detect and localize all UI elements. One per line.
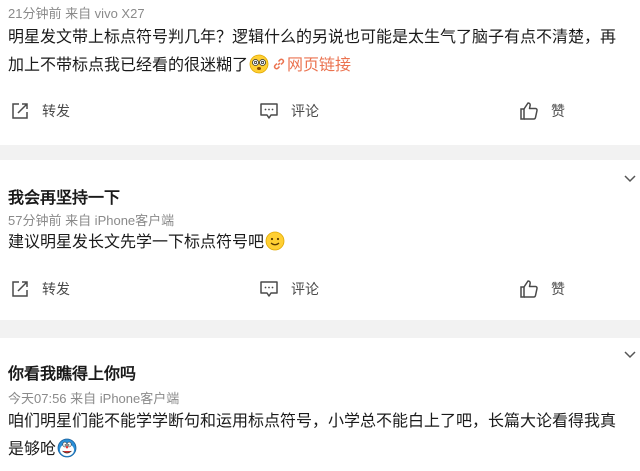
separator [0, 320, 640, 338]
post-card-3: 你看我瞧得上你吗 今天07:56 来自 iPhone客户端 咱们明星们能不能学学… [0, 338, 640, 471]
username[interactable]: 我会再坚持一下 [8, 184, 120, 208]
comment-icon [260, 103, 278, 119]
comment-button[interactable]: 评论 [259, 275, 319, 303]
like-icon [520, 280, 538, 298]
doraemon-emoji [57, 438, 77, 458]
post-body: 建议明星发长文先学一下标点符号吧 [8, 229, 630, 257]
dizzy-emoji [249, 54, 269, 74]
repost-label: 转发 [42, 103, 70, 119]
post-meta: 21分钟前 来自 vivo X27 [8, 6, 145, 21]
post-actions: 转发 评论 赞 [0, 275, 640, 303]
post-body-line: 是够呛 [8, 436, 630, 464]
post-body-text: 建议明星发长文先学一下标点符号吧 [8, 234, 265, 251]
like-label: 赞 [551, 281, 565, 297]
post-body: 明星发文带上标点符号判几年？逻辑什么的另说也可能是太生气了脑子有点不清楚，再 加… [8, 24, 630, 80]
post-meta: 今天07:56 来自 iPhone客户端 [8, 391, 180, 406]
chevron-down-icon[interactable] [624, 174, 636, 184]
post-card-1: 21分钟前 来自 vivo X27 明星发文带上标点符号判几年？逻辑什么的另说也… [0, 0, 640, 145]
link-icon [273, 58, 285, 70]
like-icon [520, 102, 538, 120]
repost-button[interactable]: 转发 [10, 275, 70, 303]
repost-button[interactable]: 转发 [10, 97, 70, 125]
post-actions: 转发 评论 赞 [0, 97, 640, 125]
comment-label: 评论 [291, 103, 319, 119]
post-body-line: 咱们明星们能不能学学断句和运用标点符号，小学总不能白上了吧，长篇大论看得我真 [8, 413, 617, 430]
chevron-down-icon[interactable] [624, 350, 636, 360]
post-body-line: 建议明星发长文先学一下标点符号吧 [8, 229, 630, 257]
repost-label: 转发 [42, 281, 70, 297]
post-body: 咱们明星们能不能学学断句和运用标点符号，小学总不能白上了吧，长篇大论看得我真 是… [8, 408, 630, 464]
repost-icon [12, 103, 28, 119]
separator [0, 145, 640, 160]
post-body-text: 是够呛 [8, 441, 57, 458]
web-link-label: 网页链接 [287, 57, 352, 74]
web-link[interactable]: 网页链接 [270, 57, 351, 74]
post-body-line: 明星发文带上标点符号判几年？逻辑什么的另说也可能是太生气了脑子有点不清楚，再 [8, 29, 617, 46]
post-body-line: 加上不带标点我已经看的很迷糊了 网页链接 [8, 52, 630, 80]
post-meta: 57分钟前 来自 iPhone客户端 [8, 213, 175, 228]
comment-icon [260, 281, 278, 297]
like-label: 赞 [551, 103, 565, 119]
comment-label: 评论 [291, 281, 319, 297]
like-button[interactable]: 赞 [519, 275, 565, 303]
smile-emoji [265, 231, 285, 251]
post-body-text: 加上不带标点我已经看的很迷糊了 [8, 57, 249, 74]
comment-button[interactable]: 评论 [259, 97, 319, 125]
post-card-2: 我会再坚持一下 57分钟前 来自 iPhone客户端 建议明星发长文先学一下标点… [0, 160, 640, 320]
repost-icon [12, 281, 28, 297]
like-button[interactable]: 赞 [519, 97, 565, 125]
username[interactable]: 你看我瞧得上你吗 [8, 360, 136, 384]
